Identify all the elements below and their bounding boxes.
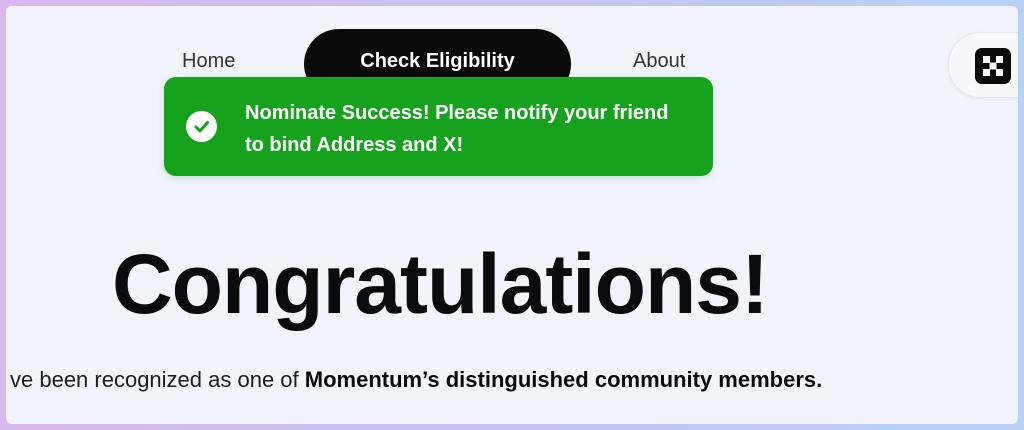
x-logo-icon	[975, 48, 1011, 84]
recognition-text: ve been recognized as one of Momentum’s …	[10, 367, 822, 393]
account-button[interactable]	[948, 32, 1018, 98]
nav-about-link[interactable]: About	[633, 50, 685, 73]
success-toast: Nominate Success! Please notify your fri…	[164, 77, 713, 176]
congratulations-heading: Congratulations!	[112, 237, 769, 331]
checkmark-glyph	[194, 121, 209, 133]
page-frame: Home Check Eligibility About Nominate Su…	[6, 6, 1018, 424]
check-circle-icon	[186, 111, 217, 142]
toast-message: Nominate Success! Please notify your fri…	[245, 102, 669, 156]
recognition-prefix: ve been recognized as one of	[10, 367, 305, 392]
x-logo-glyph	[983, 56, 1003, 76]
recognition-bold: Momentum’s distinguished community membe…	[304, 367, 823, 392]
nav-home-link[interactable]: Home	[182, 50, 235, 73]
